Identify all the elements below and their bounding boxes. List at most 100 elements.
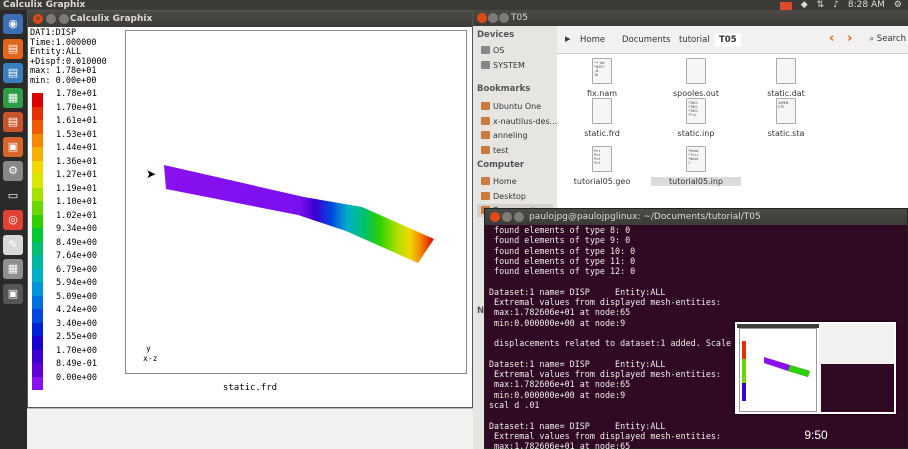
window-title: Calculix Graphix	[70, 14, 153, 24]
sidebar-item-ubuntu-one[interactable]: Ubuntu One	[481, 100, 541, 113]
close-button[interactable]	[477, 13, 487, 23]
maximize-button[interactable]	[514, 212, 524, 222]
maximize-button[interactable]	[59, 14, 69, 24]
software-center-icon[interactable]: ▣	[3, 136, 23, 157]
file-item[interactable]: Pnt Pnt Pnt Pnt tutorial05.geo	[557, 146, 647, 196]
file-item[interactable]: SUMMA STE static.sta	[741, 98, 831, 148]
folder-icon	[481, 61, 490, 69]
legend-swatch	[32, 160, 43, 174]
workspace-icon[interactable]: ▣	[3, 283, 23, 304]
minimize-button[interactable]	[502, 212, 512, 222]
back-arrow-icon[interactable]: ‹	[829, 31, 834, 46]
file-grid: ** Na *NSET ,N 16 fix.nam spooles.out stati…	[557, 54, 908, 234]
file-item[interactable]: *INCL *INCL *INCL *Fix static.inp	[651, 98, 741, 148]
legend-label: 1.70e+01	[56, 102, 97, 113]
thumbnail-terminal	[821, 364, 894, 412]
minimize-button[interactable]	[488, 13, 498, 23]
legend-swatch	[32, 106, 43, 120]
file-manager-titlebar[interactable]: T05	[473, 10, 908, 26]
info-line: min: 0.00e+00	[30, 75, 97, 86]
forward-arrow-icon[interactable]: ›	[847, 31, 852, 46]
document-icon: Pnt Pnt Pnt Pnt	[592, 146, 612, 172]
search-button[interactable]: ⌕ Search	[869, 34, 906, 44]
video-thumbnail[interactable]	[735, 322, 896, 414]
breadcrumb-documents[interactable]: Documents	[618, 33, 674, 47]
legend-label: 4.24e+00	[56, 305, 97, 315]
legend-swatch	[32, 93, 43, 107]
legend-swatch	[32, 241, 43, 255]
launcher: ◉ ▤ ▤ ▦ ▤ ▣ ⚙ ▭ ◎ ✎ ▦ ▣	[0, 10, 27, 449]
calculix-titlebar[interactable]: ✕ Calculix Graphix	[28, 11, 472, 27]
file-item[interactable]: static.frd	[557, 98, 647, 148]
legend-label: 1.36e+01	[56, 156, 97, 167]
legend-label: 1.53e+01	[56, 129, 97, 140]
dropbox-icon[interactable]: ◆	[801, 0, 808, 10]
sidebar-item-test[interactable]: test	[481, 144, 508, 157]
window-title: paulojpg@paulojpglinux: ~/Documents/tuto…	[529, 212, 761, 222]
legend-swatch	[32, 363, 43, 377]
gear-icon[interactable]: ⚙	[894, 0, 902, 10]
video-timestamp: 9:50	[804, 428, 828, 442]
close-button[interactable]	[490, 212, 500, 222]
writer-icon[interactable]: ▤	[3, 63, 23, 83]
terminal-line: max:1.782606e+01 at node:65	[489, 441, 631, 449]
terminal-icon[interactable]: ▭	[3, 185, 23, 206]
ubuntu-dash-icon[interactable]: ◉	[3, 14, 23, 34]
file-name: static.inp	[677, 129, 715, 138]
files-icon[interactable]: ▤	[3, 38, 23, 59]
breadcrumb-t05[interactable]: T05	[715, 33, 741, 47]
legend-label: 1.44e+01	[56, 143, 97, 153]
sidebar-heading: Computer	[477, 160, 525, 170]
network-icon[interactable]: ⇅	[817, 0, 825, 10]
legend-label: 3.40e+00	[56, 318, 97, 329]
sidebar-item-x-nautilus-des-[interactable]: x-nautilus-des...	[481, 115, 557, 128]
file-name: tutorial05.inp	[651, 177, 741, 186]
legend-label: 0.00e+00	[56, 372, 97, 383]
sidebar-item-os[interactable]: OS	[481, 44, 504, 57]
sidebar-item-home[interactable]: Home	[481, 175, 517, 188]
deformed-beam: y x-z	[143, 165, 434, 363]
document-icon: ** Na *NSET ,N 16	[592, 58, 612, 84]
app-icon[interactable]: ▦	[3, 259, 23, 279]
calculix-window: ✕ Calculix Graphix DAT1:DISP Time:1.00000…	[27, 10, 473, 408]
folder-icon	[481, 116, 490, 125]
terminal-titlebar[interactable]: paulojpg@paulojpglinux: ~/Documents/tuto…	[485, 209, 907, 225]
breadcrumb-tutorial[interactable]: tutorial	[675, 33, 714, 47]
text-editor-icon[interactable]: ✎	[3, 234, 23, 255]
legend-label: 1.02e+01	[56, 210, 97, 221]
sidebar-item-system[interactable]: SYSTEM	[481, 59, 525, 72]
path-left-icon[interactable]: ▸	[565, 32, 571, 45]
legend-label: 2.55e+00	[56, 332, 97, 342]
document-icon: *INCL *INCL *INCL *Fix	[686, 98, 706, 124]
folder-icon	[481, 46, 490, 54]
document-icon	[686, 58, 706, 84]
sound-icon[interactable]: ♪	[833, 0, 839, 10]
calc-icon[interactable]: ▦	[3, 87, 23, 108]
minimize-button[interactable]	[46, 14, 56, 24]
clock[interactable]: 8:28 AM	[848, 0, 885, 10]
close-button[interactable]: ✕	[33, 14, 43, 24]
folder-icon	[481, 145, 490, 154]
terminal-line: found elements of type 12: 0	[489, 266, 636, 277]
svg-text:x-z: x-z	[143, 354, 158, 363]
indicator-red-icon[interactable]	[779, 1, 792, 10]
sidebar-item-anneling[interactable]: anneling	[481, 129, 528, 142]
sidebar-item-desktop[interactable]: Desktop	[481, 190, 526, 203]
legend-label: 7.64e+00	[56, 251, 97, 261]
legend-label: 1.10e+01	[56, 197, 97, 207]
mouse-cursor-icon: ➤	[146, 167, 157, 181]
search-label: Search	[876, 34, 906, 44]
legend-swatch	[32, 147, 43, 161]
legend-swatch	[32, 295, 43, 309]
chrome-icon[interactable]: ◎	[3, 210, 23, 230]
impress-icon[interactable]: ▤	[3, 112, 23, 132]
model-viewport[interactable]: y x-z	[125, 30, 467, 374]
document-icon: *Head *Tutr *Node 1	[686, 146, 706, 172]
breadcrumb-home[interactable]: Home	[576, 33, 609, 47]
document-icon	[776, 58, 796, 84]
calculix-canvas[interactable]: DAT1:DISP Time:1.000000 Entity:ALL +Dispf:0…	[28, 27, 472, 407]
settings-icon[interactable]: ⚙	[3, 161, 23, 181]
maximize-button[interactable]	[499, 13, 509, 23]
file-item[interactable]: *Head *Tutr *Node 1 tutorial05.inp	[651, 146, 741, 196]
